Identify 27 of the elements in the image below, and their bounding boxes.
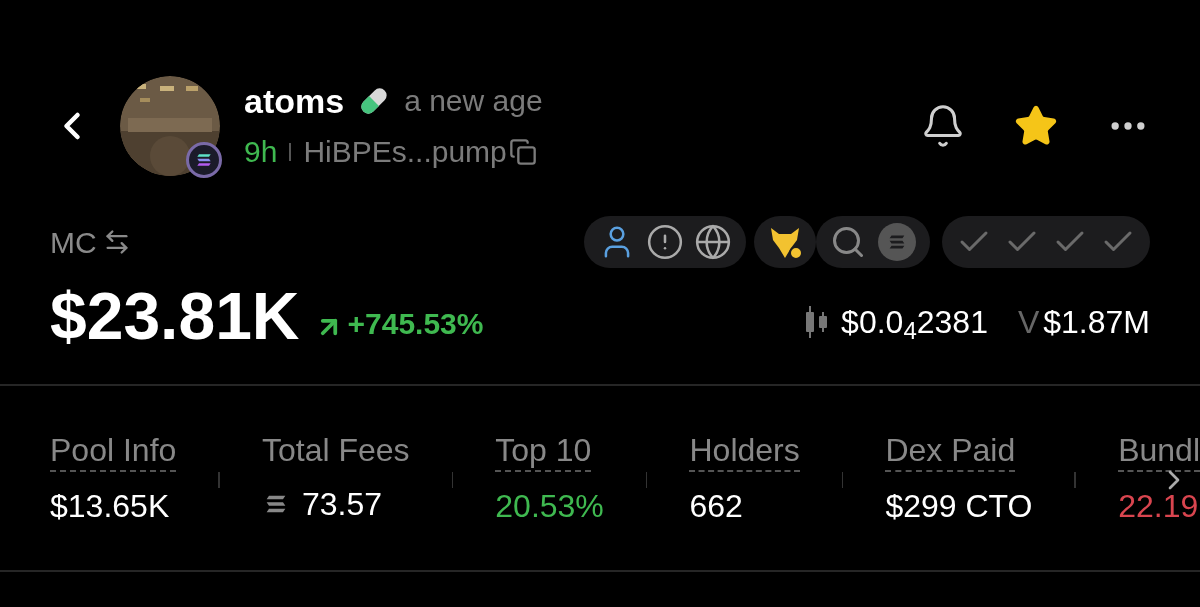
volume-label: V <box>1017 303 1040 342</box>
token-tagline: a new age <box>404 83 543 119</box>
token-address: HiBPEs...pump <box>303 134 507 170</box>
stat-value: $299 CTO <box>885 487 1033 526</box>
stat-label[interactable]: Pool Info <box>50 430 177 472</box>
stat-label[interactable]: Holders <box>689 430 800 472</box>
token-name: atoms <box>244 80 345 121</box>
mc-label: MC <box>50 224 97 261</box>
volume-value: $1.87M <box>1043 303 1150 342</box>
chain-badge-icon <box>186 142 222 178</box>
alert-icon[interactable] <box>646 223 684 261</box>
stat-value: $13.65K <box>50 487 170 526</box>
token-age: 9h <box>244 134 278 170</box>
token-price: $0.0$_{4}$2381 <box>841 303 988 346</box>
stat-label[interactable]: Bundl <box>1118 430 1200 472</box>
stat-value: 22.19 <box>1118 487 1199 526</box>
market-cap-value: $23.81K <box>50 278 300 355</box>
stat-value: 662 <box>689 487 743 526</box>
change-percent: +745.53% <box>347 306 484 342</box>
search-icon[interactable] <box>830 224 866 260</box>
stat-label[interactable]: Top 10 <box>495 430 592 472</box>
stat-value: 20.53% <box>495 487 604 526</box>
stat-label[interactable]: Total Fees <box>262 430 410 470</box>
copy-icon[interactable] <box>508 137 537 166</box>
stat-value: 73.57 <box>302 485 383 524</box>
stat-label[interactable]: Dex Paid <box>885 430 1016 472</box>
globe-icon[interactable] <box>694 223 732 261</box>
